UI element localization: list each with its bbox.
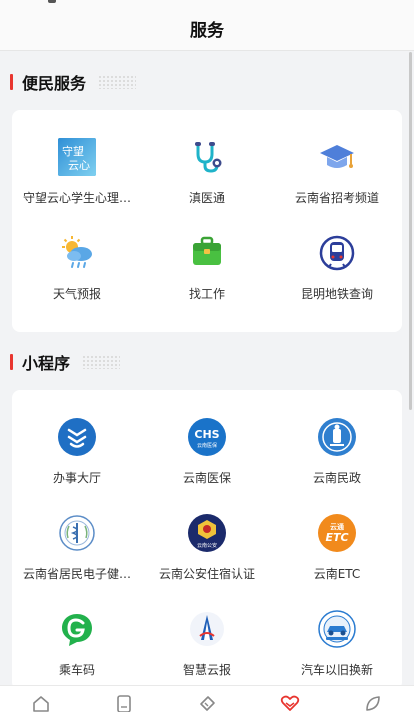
briefcase-icon xyxy=(188,234,226,272)
tab-ticket[interactable] xyxy=(187,694,227,720)
miniprogram-label: 办事大厅 xyxy=(52,471,101,485)
etc-icon: 云通 ETC xyxy=(318,514,356,552)
service-label: 昆明地铁查询 xyxy=(300,287,373,301)
page-title: 服务 xyxy=(190,20,224,41)
section-header-miniprogram: 小程序 xyxy=(10,349,121,375)
service-label: 守望云心学生心理… xyxy=(22,191,131,205)
service-label: 天气预报 xyxy=(52,287,101,301)
service-tile[interactable]: 守望 云心 守望云心学生心理… xyxy=(12,138,142,230)
miniprogram-label: 云南公安住宿认证 xyxy=(158,567,255,581)
section-title: 小程序 xyxy=(22,354,71,373)
miniprogram-tile[interactable]: 云南公安 云南公安住宿认证 xyxy=(142,514,272,606)
section-header-convenience: 便民服务 xyxy=(10,69,137,95)
etc-badge-text: ETC xyxy=(325,531,348,544)
miniprogram-label: 云南省居民电子健… xyxy=(22,567,131,581)
section-title: 便民服务 xyxy=(22,74,87,93)
miniprogram-tile[interactable]: 云通 ETC 云南ETC xyxy=(272,514,402,606)
mini-programs-card: 办事大厅 CHS 云南医保 云南医保 云南民政 云南省居民电子健… 云南公安 云… xyxy=(12,390,402,690)
tab-home[interactable] xyxy=(21,694,61,720)
metro-train-icon xyxy=(318,234,356,272)
civil-affairs-icon xyxy=(318,418,356,456)
section-accent-bar xyxy=(10,74,13,90)
ride-code-g-icon xyxy=(58,610,96,648)
top-header: 服务 xyxy=(0,6,414,51)
police-badge-sub: 云南公安 xyxy=(197,542,217,549)
service-tile[interactable]: 昆明地铁查询 xyxy=(272,234,402,326)
miniprogram-label: 云南民政 xyxy=(312,471,361,485)
miniprogram-tile[interactable]: 办事大厅 xyxy=(12,418,142,510)
graduation-cap-icon xyxy=(318,138,356,176)
miniprogram-label: 汽车以旧换新 xyxy=(300,663,373,677)
police-emblem-icon: 云南公安 xyxy=(188,514,226,552)
decorative-dots xyxy=(98,75,137,89)
miniprogram-tile[interactable]: 云南民政 xyxy=(272,418,402,510)
ticket-icon xyxy=(200,696,215,711)
service-tile[interactable]: 天气预报 xyxy=(12,234,142,326)
service-tile[interactable]: 滇医通 xyxy=(142,138,272,230)
svg-text:守望: 守望 xyxy=(62,144,84,158)
tab-leaf[interactable] xyxy=(353,694,393,720)
service-label: 找工作 xyxy=(188,287,225,301)
stethoscope-icon xyxy=(188,138,226,176)
status-indicator xyxy=(48,0,56,3)
decorative-dots xyxy=(82,355,121,369)
etc-badge-top: 云通 xyxy=(330,522,345,531)
bottom-tab-bar xyxy=(0,685,414,720)
home-icon xyxy=(33,696,49,712)
section-accent-bar xyxy=(10,354,13,370)
convenience-services-card: 守望 云心 守望云心学生心理… 滇医通 云南省招考频道 天气预报 找工作 昆明地… xyxy=(12,110,402,332)
heart-service-icon xyxy=(280,695,300,711)
chs-badge-text: CHS xyxy=(194,428,219,441)
tab-service[interactable] xyxy=(270,694,310,720)
car-trade-in-icon xyxy=(318,610,356,648)
miniprogram-label: 乘车码 xyxy=(58,663,95,677)
miniprogram-tile[interactable]: 云南省居民电子健… xyxy=(12,514,142,606)
smart-yunbao-icon xyxy=(188,610,226,648)
weather-sun-cloud-icon xyxy=(58,234,96,272)
service-label: 滇医通 xyxy=(188,191,225,205)
document-icon xyxy=(117,695,131,712)
miniprogram-label: 云南医保 xyxy=(182,471,231,485)
miniprogram-label: 云南ETC xyxy=(313,567,361,581)
miniprogram-tile[interactable]: CHS 云南医保 云南医保 xyxy=(142,418,272,510)
leaf-icon xyxy=(366,696,380,711)
chs-medical-insurance-icon: CHS 云南医保 xyxy=(188,418,226,456)
scrollbar[interactable] xyxy=(409,52,412,410)
shouwang-yun-logo-icon: 守望 云心 xyxy=(58,138,96,176)
service-hall-icon xyxy=(58,418,96,456)
service-tile[interactable]: 找工作 xyxy=(142,234,272,326)
health-card-emblem-icon xyxy=(58,514,96,552)
chs-badge-sub: 云南医保 xyxy=(197,442,217,449)
svg-text:云心: 云心 xyxy=(68,159,90,172)
service-label: 云南省招考频道 xyxy=(294,191,379,205)
tab-document[interactable] xyxy=(104,694,144,720)
miniprogram-label: 智慧云报 xyxy=(182,663,231,677)
service-tile[interactable]: 云南省招考频道 xyxy=(272,138,402,230)
